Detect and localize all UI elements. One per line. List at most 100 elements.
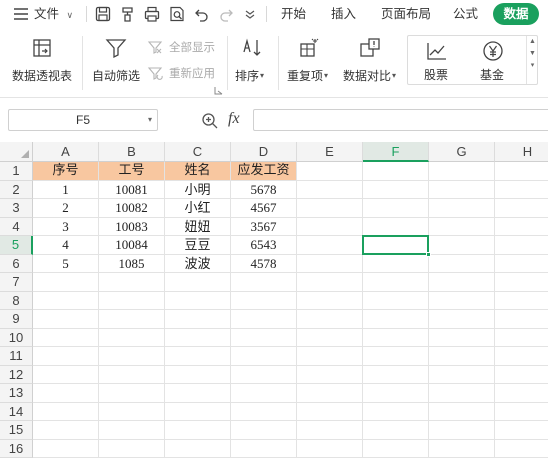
row-header-2[interactable]: 2 xyxy=(0,180,33,199)
cell-c11[interactable] xyxy=(165,347,231,366)
column-header-h[interactable]: H xyxy=(495,142,548,162)
cell-f1[interactable] xyxy=(363,162,429,181)
redo-icon[interactable] xyxy=(217,5,235,23)
cell-d3[interactable]: 4567 xyxy=(231,199,297,218)
cell-e15[interactable] xyxy=(297,421,363,440)
cell-a4[interactable]: 3 xyxy=(33,217,99,236)
cell-f8[interactable] xyxy=(363,291,429,310)
cell-f11[interactable] xyxy=(363,347,429,366)
cell-f2[interactable] xyxy=(363,180,429,199)
column-header-g[interactable]: G xyxy=(429,142,495,162)
cell-a9[interactable] xyxy=(33,310,99,329)
cell-a7[interactable] xyxy=(33,273,99,292)
tab-home[interactable]: 开始 xyxy=(281,0,306,28)
cell-h14[interactable] xyxy=(495,403,548,421)
data-compare-button[interactable]: 数据对比▾ xyxy=(339,34,403,90)
cell-h2[interactable] xyxy=(495,181,548,199)
active-cell-selection[interactable] xyxy=(362,235,429,255)
cell-c12[interactable] xyxy=(165,365,231,384)
cell-g10[interactable] xyxy=(429,328,495,347)
row-header-3[interactable]: 3 xyxy=(0,199,33,218)
cell-b2[interactable]: 10081 xyxy=(99,180,165,199)
cell-a6[interactable]: 5 xyxy=(33,254,99,273)
cell-e16[interactable] xyxy=(297,439,363,458)
cell-d1[interactable]: 应发工资 xyxy=(231,162,297,181)
row-header-7[interactable]: 7 xyxy=(0,273,33,292)
cell-d8[interactable] xyxy=(231,291,297,310)
sort-button[interactable]: 排序▾ xyxy=(231,34,273,90)
column-header-f[interactable]: F xyxy=(363,142,429,162)
print-preview-icon[interactable] xyxy=(168,5,186,23)
row-header-6[interactable]: 6 xyxy=(0,254,33,273)
tab-page-layout[interactable]: 页面布局 xyxy=(381,0,431,28)
cell-g2[interactable] xyxy=(429,180,495,199)
cell-e2[interactable] xyxy=(297,180,363,199)
cell-f16[interactable] xyxy=(363,439,429,458)
file-menu[interactable]: 文件 ∨ xyxy=(34,0,73,28)
cell-f13[interactable] xyxy=(363,384,429,403)
cell-h8[interactable] xyxy=(495,292,548,310)
cell-e14[interactable] xyxy=(297,402,363,421)
row-header-13[interactable]: 13 xyxy=(0,384,33,403)
cell-d6[interactable]: 4578 xyxy=(231,254,297,273)
customize-toolbar-icon[interactable] xyxy=(241,5,259,23)
cell-h1[interactable] xyxy=(495,162,548,181)
cell-b14[interactable] xyxy=(99,402,165,421)
cell-e5[interactable] xyxy=(297,236,363,255)
hamburger-menu-icon[interactable] xyxy=(12,5,30,23)
cell-e11[interactable] xyxy=(297,347,363,366)
cell-a5[interactable]: 4 xyxy=(33,236,99,255)
cell-d7[interactable] xyxy=(231,273,297,292)
cell-g3[interactable] xyxy=(429,199,495,218)
cell-b10[interactable] xyxy=(99,328,165,347)
cell-g15[interactable] xyxy=(429,421,495,440)
cell-h10[interactable] xyxy=(495,329,548,347)
row-header-1[interactable]: 1 xyxy=(0,162,33,181)
cell-d13[interactable] xyxy=(231,384,297,403)
cell-e7[interactable] xyxy=(297,273,363,292)
cell-c13[interactable] xyxy=(165,384,231,403)
cell-d2[interactable]: 5678 xyxy=(231,180,297,199)
cell-f14[interactable] xyxy=(363,402,429,421)
gallery-expand-icon[interactable]: ▾ xyxy=(527,60,538,72)
cell-g6[interactable] xyxy=(429,254,495,273)
row-header-5[interactable]: 5 xyxy=(0,236,33,255)
select-all-corner[interactable] xyxy=(0,142,33,162)
zoom-search-icon[interactable] xyxy=(201,112,219,130)
cell-h4[interactable] xyxy=(495,218,548,236)
cell-c2[interactable]: 小明 xyxy=(165,180,231,199)
column-header-e[interactable]: E xyxy=(297,142,363,162)
cell-b6[interactable]: 1085 xyxy=(99,254,165,273)
cell-h6[interactable] xyxy=(495,255,548,273)
cell-e1[interactable] xyxy=(297,162,363,181)
gallery-scroll[interactable]: ▲ ▼ ▾ xyxy=(526,36,538,84)
cell-c7[interactable] xyxy=(165,273,231,292)
cell-h3[interactable] xyxy=(495,199,548,218)
cell-a16[interactable] xyxy=(33,439,99,458)
cell-h5[interactable] xyxy=(495,236,548,255)
cell-b7[interactable] xyxy=(99,273,165,292)
cell-c10[interactable] xyxy=(165,328,231,347)
duplicates-button[interactable]: 重复项▾ xyxy=(283,34,335,90)
cell-c1[interactable]: 姓名 xyxy=(165,162,231,181)
cell-h16[interactable] xyxy=(495,440,548,458)
cell-c9[interactable] xyxy=(165,310,231,329)
cell-f6[interactable] xyxy=(363,254,429,273)
cell-f9[interactable] xyxy=(363,310,429,329)
cell-f15[interactable] xyxy=(363,421,429,440)
cell-b13[interactable] xyxy=(99,384,165,403)
row-header-4[interactable]: 4 xyxy=(0,217,33,236)
cell-f4[interactable] xyxy=(363,217,429,236)
cell-e10[interactable] xyxy=(297,328,363,347)
cell-e6[interactable] xyxy=(297,254,363,273)
cell-a1[interactable]: 序号 xyxy=(33,162,99,181)
cell-e4[interactable] xyxy=(297,217,363,236)
cell-c5[interactable]: 豆豆 xyxy=(165,236,231,255)
cell-c16[interactable] xyxy=(165,439,231,458)
insert-function-button[interactable]: fx xyxy=(228,110,240,128)
cell-h13[interactable] xyxy=(495,384,548,403)
cell-a13[interactable] xyxy=(33,384,99,403)
cell-c8[interactable] xyxy=(165,291,231,310)
cell-a11[interactable] xyxy=(33,347,99,366)
cell-b11[interactable] xyxy=(99,347,165,366)
